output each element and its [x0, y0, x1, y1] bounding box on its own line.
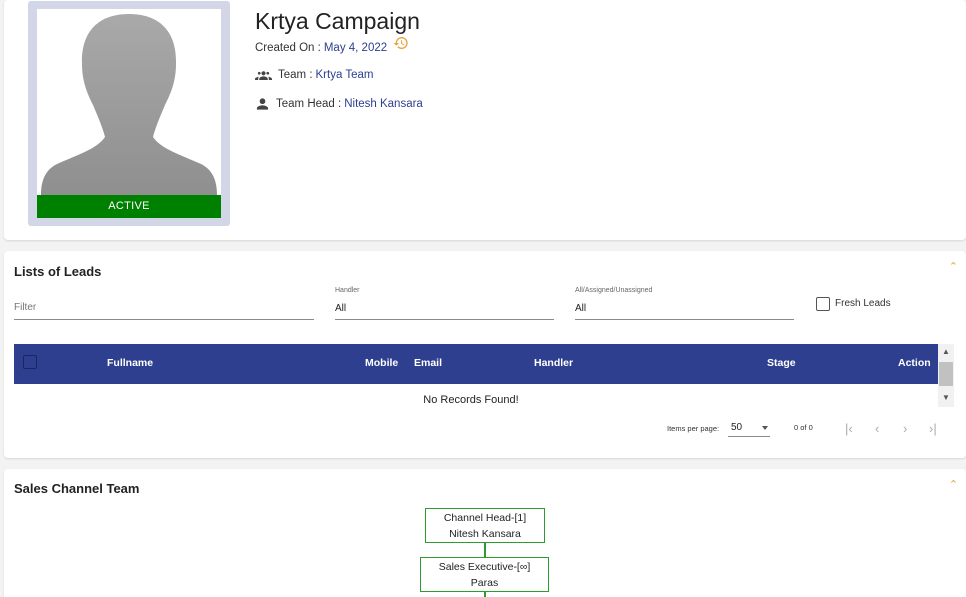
items-per-page-select[interactable]: 50	[728, 421, 770, 437]
created-label: Created On :	[255, 41, 321, 54]
team-head-line: Team Head : Nitesh Kansara	[255, 97, 423, 111]
page-range-label: 0 of 0	[794, 423, 813, 432]
col-email[interactable]: Email	[414, 357, 442, 369]
col-mobile[interactable]: Mobile	[365, 357, 398, 369]
table-scrollbar-thumb[interactable]	[939, 362, 953, 386]
created-on-line: Created On : May 4, 2022	[255, 37, 409, 54]
items-per-page-label: Items per page:	[667, 424, 720, 433]
scroll-down-icon[interactable]: ▼	[942, 393, 950, 402]
team-label: Team :	[278, 69, 313, 81]
team-head-link[interactable]: Nitesh Kansara	[344, 98, 423, 110]
leads-table-header: Fullname Mobile Email Handler Stage Acti…	[14, 344, 938, 384]
fresh-leads-label: Fresh Leads	[835, 298, 891, 309]
page-title: Krtya Campaign	[255, 8, 420, 34]
handler-label: Handler	[335, 287, 360, 294]
sales-channel-card: Sales Channel Team ⌃ Channel Head-[1] Ni…	[4, 469, 966, 597]
leads-title: Lists of Leads	[14, 264, 102, 279]
campaign-profile-card: ACTIVE Krtya Campaign Created On : May 4…	[4, 0, 966, 240]
org-node-channel-head[interactable]: Channel Head-[1] Nitesh Kansara	[425, 508, 545, 543]
col-fullname[interactable]: Fullname	[107, 357, 153, 369]
team-head-label: Team Head :	[276, 98, 342, 110]
history-icon[interactable]	[393, 35, 409, 54]
filter-input[interactable]: Filter	[14, 295, 314, 320]
org-node-name: Paras	[470, 577, 499, 589]
team-link[interactable]: Krtya Team	[316, 69, 374, 81]
org-connector	[484, 543, 486, 558]
org-node-name: Nitesh Kansara	[449, 528, 521, 540]
avatar: ACTIVE	[37, 9, 221, 218]
next-page-icon[interactable]: ›	[903, 421, 907, 436]
created-date: May 4, 2022	[323, 41, 388, 54]
team-line: Team : Krtya Team	[255, 69, 373, 81]
leads-card: Lists of Leads ⌃ Filter Handler All All/…	[4, 251, 966, 458]
person-icon	[256, 98, 269, 110]
org-node-role: Sales Executive-[∞]	[438, 561, 531, 573]
sales-title: Sales Channel Team	[14, 481, 140, 496]
assignment-value: All	[575, 303, 587, 314]
avatar-frame: ACTIVE	[28, 1, 230, 226]
col-stage[interactable]: Stage	[767, 357, 796, 369]
handler-value: All	[335, 303, 347, 314]
empty-state-text: No Records Found!	[423, 394, 519, 406]
assignment-select[interactable]: All/Assigned/Unassigned All	[575, 287, 794, 320]
team-icon	[255, 71, 272, 80]
org-node-role: Channel Head-[1]	[443, 512, 527, 524]
org-connector	[484, 592, 486, 597]
prev-page-icon[interactable]: ‹	[875, 421, 879, 436]
chevron-up-icon[interactable]: ⌃	[949, 478, 958, 491]
col-action: Action	[898, 357, 931, 369]
avatar-placeholder-icon	[41, 14, 217, 195]
first-page-icon[interactable]: |‹	[845, 421, 853, 436]
fresh-leads-checkbox[interactable]	[816, 297, 830, 311]
last-page-icon[interactable]: ›|	[929, 421, 937, 436]
org-node-sales-executive[interactable]: Sales Executive-[∞] Paras	[420, 557, 549, 592]
assignment-label: All/Assigned/Unassigned	[575, 287, 653, 294]
chevron-down-icon	[762, 426, 768, 430]
status-badge: ACTIVE	[37, 195, 221, 218]
scroll-up-icon[interactable]: ▲	[942, 347, 950, 356]
col-handler[interactable]: Handler	[534, 357, 573, 369]
select-all-checkbox[interactable]	[23, 355, 37, 369]
handler-select[interactable]: Handler All	[335, 287, 554, 320]
chevron-up-icon[interactable]: ⌃	[949, 260, 958, 273]
